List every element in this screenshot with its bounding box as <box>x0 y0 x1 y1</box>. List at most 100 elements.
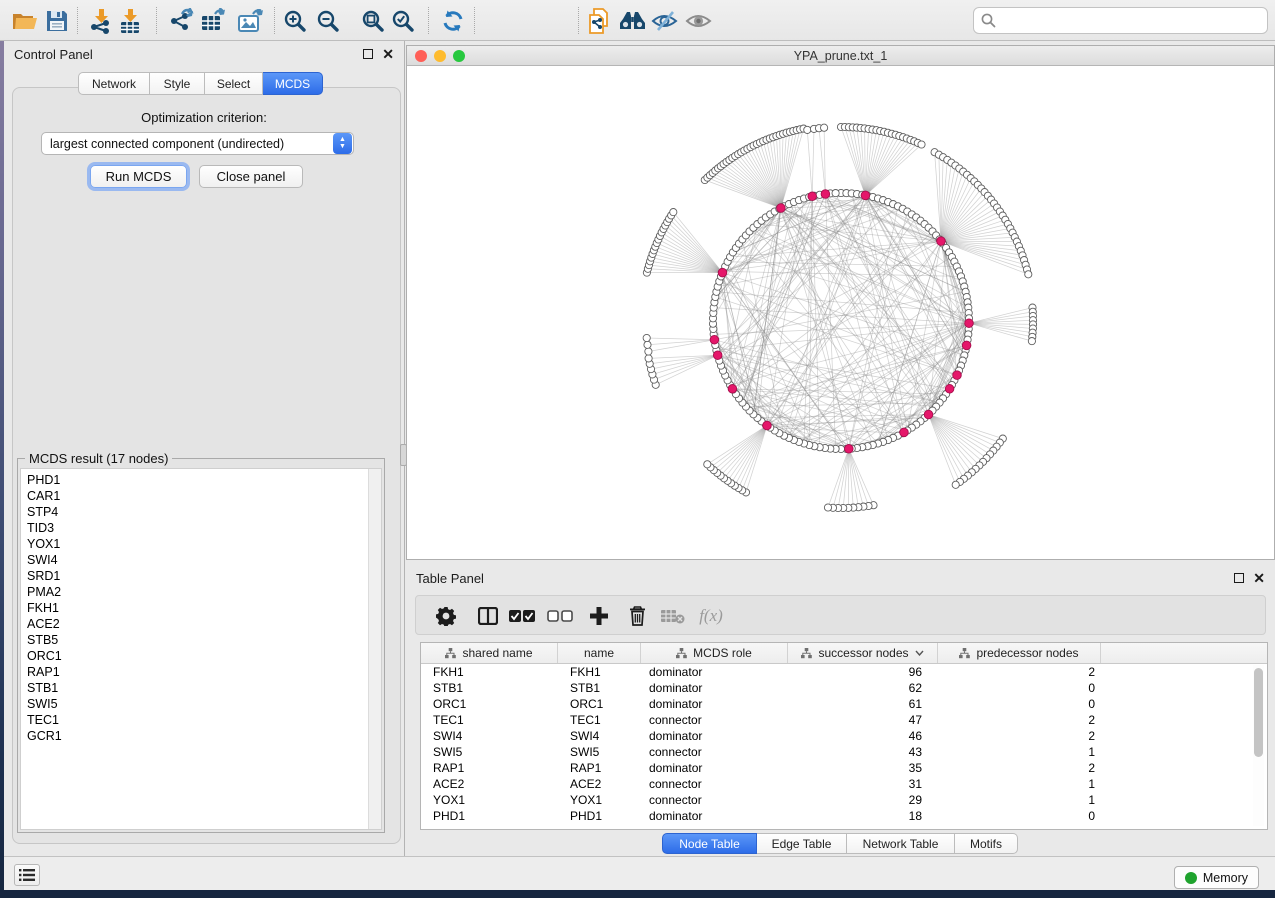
tab-node-table[interactable]: Node Table <box>662 833 757 854</box>
zoom-fit-content-button[interactable] <box>358 6 388 36</box>
table-row[interactable]: ORC1ORC1dominator610 <box>421 696 1267 712</box>
search-box[interactable] <box>973 7 1268 34</box>
table-panel-close-icon[interactable]: ✕ <box>1253 573 1265 583</box>
network-hub-node[interactable] <box>937 237 946 246</box>
control-panel-float-icon[interactable] <box>363 49 373 59</box>
deselect-all-button[interactable] <box>543 596 577 636</box>
table-panel-float-icon[interactable] <box>1234 573 1244 583</box>
export-image-button[interactable] <box>235 6 265 36</box>
table-row[interactable]: ACE2ACE2connector311 <box>421 776 1267 792</box>
table-row[interactable]: FKH1FKH1dominator962 <box>421 664 1267 680</box>
list-item[interactable]: SWI5 <box>27 696 381 712</box>
zoom-out-button[interactable] <box>313 6 343 36</box>
export-network-button[interactable] <box>166 6 196 36</box>
list-item[interactable]: PMA2 <box>27 584 381 600</box>
list-item[interactable]: TEC1 <box>27 712 381 728</box>
list-item[interactable]: CAR1 <box>27 488 381 504</box>
network-hub-node[interactable] <box>861 191 870 200</box>
tab-style[interactable]: Style <box>150 72 205 95</box>
table-row[interactable]: SWI4SWI4dominator462 <box>421 728 1267 744</box>
tab-motifs[interactable]: Motifs <box>955 833 1018 854</box>
table-row[interactable]: RAP1RAP1dominator352 <box>421 760 1267 776</box>
criterion-dropdown[interactable]: largest connected component (undirected)… <box>41 132 354 155</box>
show-all-button[interactable] <box>683 6 713 36</box>
save-session-button[interactable] <box>42 6 72 36</box>
list-item[interactable]: STB5 <box>27 632 381 648</box>
network-canvas[interactable] <box>407 66 1274 559</box>
column-header-predecessor-nodes[interactable]: predecessor nodes <box>938 643 1101 663</box>
column-header-successor-nodes[interactable]: successor nodes <box>788 643 938 663</box>
network-graph[interactable] <box>407 66 1274 559</box>
open-session-button[interactable] <box>10 6 40 36</box>
hide-selected-button[interactable] <box>649 6 679 36</box>
tab-mcds[interactable]: MCDS <box>263 72 323 95</box>
network-hub-node[interactable] <box>845 445 854 454</box>
column-header-MCDS-role[interactable]: MCDS role <box>641 643 788 663</box>
new-network-from-selection-button[interactable] <box>585 6 615 36</box>
mcds-result-list[interactable]: PHD1CAR1STP4TID3YOX1SWI4SRD1PMA2FKH1ACE2… <box>20 468 382 830</box>
network-hub-node[interactable] <box>718 268 727 277</box>
memory-button[interactable]: Memory <box>1174 866 1259 889</box>
network-window-titlebar[interactable]: YPA_prune.txt_1 <box>407 46 1274 66</box>
list-item[interactable]: FKH1 <box>27 600 381 616</box>
delete-column-button[interactable] <box>620 596 654 636</box>
search-input[interactable] <box>1001 8 1267 33</box>
task-history-button[interactable] <box>14 864 40 886</box>
run-mcds-button[interactable]: Run MCDS <box>90 165 187 188</box>
list-item[interactable]: GCR1 <box>27 728 381 744</box>
list-item[interactable]: SRD1 <box>27 568 381 584</box>
list-item[interactable]: TID3 <box>27 520 381 536</box>
list-item[interactable]: RAP1 <box>27 664 381 680</box>
table-scrollbar-thumb[interactable] <box>1254 668 1263 757</box>
network-ring-nodes[interactable] <box>643 123 1037 511</box>
list-item[interactable]: ACE2 <box>27 616 381 632</box>
table-row[interactable]: PHD1PHD1dominator180 <box>421 808 1267 824</box>
tab-edge-table[interactable]: Edge Table <box>757 833 847 854</box>
minimize-window-icon[interactable] <box>434 50 446 62</box>
column-panes-button[interactable] <box>471 596 505 636</box>
network-hub-node[interactable] <box>808 192 817 201</box>
zoom-selected-button[interactable] <box>388 6 418 36</box>
settings-button[interactable] <box>429 596 463 636</box>
close-panel-button[interactable]: Close panel <box>199 165 303 188</box>
network-hub-node[interactable] <box>763 421 772 430</box>
table-row[interactable]: YOX1YOX1connector291 <box>421 792 1267 808</box>
list-item[interactable]: ORC1 <box>27 648 381 664</box>
list-item[interactable]: STB1 <box>27 680 381 696</box>
network-hub-node[interactable] <box>821 190 830 199</box>
table-scrollbar[interactable] <box>1253 665 1264 826</box>
table-row[interactable]: TEC1TEC1connector472 <box>421 712 1267 728</box>
list-item[interactable]: SWI4 <box>27 552 381 568</box>
select-all-button[interactable] <box>505 596 539 636</box>
import-table-button[interactable] <box>115 6 145 36</box>
network-hub-node[interactable] <box>728 385 737 394</box>
list-item[interactable]: PHD1 <box>27 472 381 488</box>
network-hub-node[interactable] <box>777 204 786 213</box>
tab-network[interactable]: Network <box>78 72 150 95</box>
list-item[interactable]: STP4 <box>27 504 381 520</box>
import-network-button[interactable] <box>86 6 116 36</box>
mcds-list-scrollbar[interactable] <box>368 469 381 829</box>
zoom-window-icon[interactable] <box>453 50 465 62</box>
network-hub-node[interactable] <box>710 335 719 344</box>
network-hub-node[interactable] <box>713 351 722 360</box>
list-item[interactable]: YOX1 <box>27 536 381 552</box>
column-header-shared-name[interactable]: shared name <box>421 643 558 663</box>
zoom-in-button[interactable] <box>280 6 310 36</box>
network-hub-node[interactable] <box>924 410 933 419</box>
control-panel-close-icon[interactable]: ✕ <box>382 49 394 59</box>
network-hub-node[interactable] <box>953 371 962 380</box>
apply-preferred-layout-button[interactable] <box>438 6 468 36</box>
table-row[interactable]: SWI5SWI5connector431 <box>421 744 1267 760</box>
network-hub-node[interactable] <box>965 319 974 328</box>
network-hub-node[interactable] <box>945 385 954 394</box>
tab-select[interactable]: Select <box>205 72 263 95</box>
first-neighbors-button[interactable] <box>617 6 647 36</box>
close-window-icon[interactable] <box>415 50 427 62</box>
column-header-name[interactable]: name <box>558 643 641 663</box>
add-column-button[interactable] <box>582 596 616 636</box>
network-hub-node[interactable] <box>962 341 971 350</box>
export-table-button[interactable] <box>198 6 228 36</box>
table-row[interactable]: STB1STB1dominator620 <box>421 680 1267 696</box>
network-hub-node[interactable] <box>900 428 909 437</box>
